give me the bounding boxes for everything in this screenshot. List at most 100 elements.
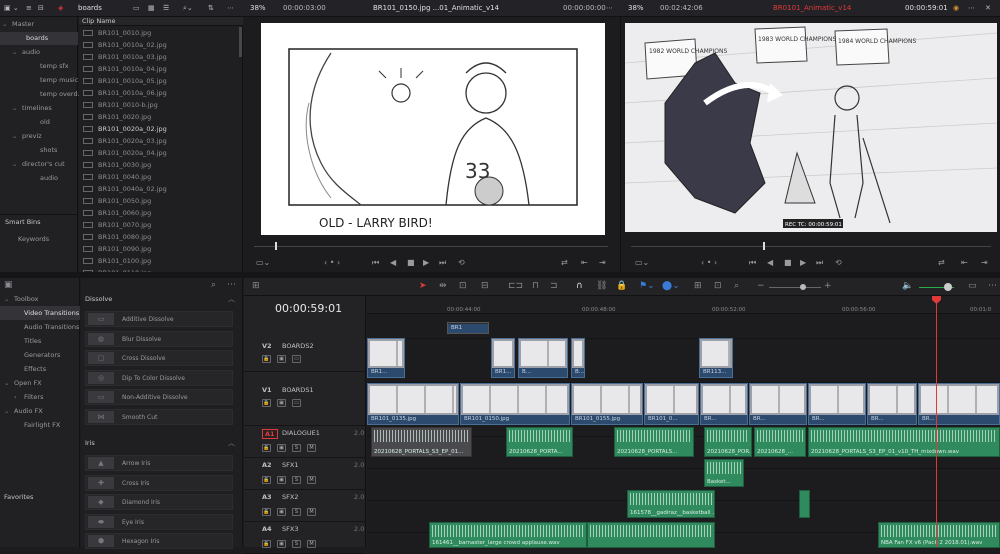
track-header-a2[interactable]: A2 SFX1 2.0 🔒 ▣ S M (244, 458, 366, 490)
v1-clip[interactable]: BR... (867, 383, 917, 425)
track-header-a4[interactable]: A4 SFX3 2.0 🔒 ▣ S M (244, 522, 366, 554)
loop-icon[interactable]: ⟲ (835, 258, 842, 267)
go-to-start-icon[interactable]: ⏮ (749, 258, 756, 268)
track-name[interactable]: SFX3 (282, 525, 298, 533)
search-icon[interactable]: ⌕ (211, 280, 216, 290)
chevron-down-icon[interactable]: ⌄ (12, 130, 17, 143)
play-icon[interactable]: ▶ (800, 258, 806, 267)
v2-clip[interactable]: BR1 (447, 322, 489, 334)
sfx2-clip[interactable]: 161578__gadiraz__basketball ... (627, 490, 715, 518)
dialogue-clip[interactable]: 20210628_... (754, 427, 806, 457)
chevron-down-icon[interactable]: ⌄ (12, 102, 17, 115)
v1-clip[interactable]: BR... (918, 383, 1000, 425)
full-zoom-icon[interactable]: ⊞ (694, 281, 702, 291)
clip-item[interactable]: BR101_0010-b.jpg (79, 99, 237, 111)
mark-in-icon[interactable]: ⇤ (581, 258, 588, 267)
track-name[interactable]: SFX2 (282, 493, 298, 501)
list-icon[interactable]: ⊟ (38, 0, 44, 17)
source-playhead[interactable] (275, 242, 277, 250)
match-frame-icon[interactable]: ⇄ (561, 258, 568, 267)
timeline-viewer-playhead[interactable] (763, 242, 765, 250)
clip-item[interactable]: BR101_0040a_02.jpg (79, 183, 237, 195)
clip-item[interactable]: BR101_0010.jpg (79, 27, 237, 39)
auto-select-icon[interactable]: ▣ (277, 476, 286, 484)
link-icon[interactable]: ⛓ (596, 281, 607, 291)
dialogue-clip[interactable]: 20210628_PORTALS_S3_EP_01... (371, 427, 472, 457)
step-back-icon[interactable]: ◀ (767, 258, 773, 267)
snapping-icon[interactable]: ∩ (576, 281, 583, 291)
collapse-icon[interactable]: ︿ (228, 438, 235, 448)
custom-zoom-icon[interactable]: ⌕ (734, 281, 739, 291)
clip-name-header[interactable]: Clip Name (82, 17, 116, 26)
source-zoom[interactable]: 38% (250, 0, 266, 17)
search-icon[interactable]: ⌕⌄ (183, 0, 193, 17)
chevron-down-icon[interactable]: ⌄ (2, 18, 7, 31)
source-clip-title[interactable]: BR101_0150.jpg ...01_Animatic_v14 (373, 0, 499, 17)
chevron-icon[interactable]: ⌄ (4, 292, 9, 306)
effect-item[interactable]: ◆ Diamond Iris (85, 494, 233, 510)
auto-select-icon[interactable]: ▣ (277, 399, 286, 407)
bin-item[interactable]: ⌄ previz (0, 130, 78, 143)
lock-icon[interactable]: 🔒 (262, 476, 271, 484)
selection-tool-icon[interactable]: ➤ (419, 281, 427, 291)
bin-item[interactable]: shots (0, 144, 78, 157)
track-visibility-icon[interactable]: ▭ (292, 399, 301, 407)
effect-item[interactable]: ▭ Non-Additive Dissolve (85, 389, 233, 405)
mark-in-icon[interactable]: ⇤ (961, 258, 968, 267)
close-icon[interactable]: ✕ (985, 0, 991, 17)
go-to-end-icon[interactable]: ⏭ (439, 258, 446, 268)
dialogue-clip[interactable]: 20210628_PORTALS... (614, 427, 694, 457)
mute-button[interactable]: M (307, 508, 316, 516)
timeline-ruler[interactable]: 00:00:44:00 00:00:48:00 00:00:52:00 00:00:5… (367, 296, 1000, 314)
replace-clip-icon[interactable]: ⊐ (550, 281, 558, 291)
list-view-icon[interactable]: ☰ (163, 0, 169, 17)
clip-item[interactable]: BR101_0010a_06.jpg (79, 87, 237, 99)
chevron-icon[interactable]: ⌄ (4, 376, 9, 390)
mark-out-icon[interactable]: ⇥ (981, 258, 988, 267)
bin-item[interactable]: ⌄ director's cut (0, 158, 78, 171)
track-name[interactable]: BOARDS2 (282, 342, 314, 350)
sfx2-clip[interactable] (799, 490, 810, 518)
clip-item[interactable]: BR101_0030.jpg (79, 159, 237, 171)
bin-item[interactable]: temp overd... (0, 88, 84, 101)
insert-clip-icon[interactable]: ⊏⊐ (508, 281, 523, 291)
v1-clip[interactable]: BR101_0150.jpg (460, 383, 570, 425)
stop-icon[interactable]: ■ (784, 258, 792, 267)
clip-item[interactable]: BR101_0060.jpg (79, 207, 237, 219)
clip-item[interactable]: BR101_0040.jpg (79, 171, 237, 183)
toolbox-item[interactable]: Effects (0, 362, 80, 376)
chevron-down-icon[interactable]: ⌄ (12, 46, 17, 59)
effect-item[interactable]: ▢ Cross Dissolve (85, 350, 233, 366)
flag-icon[interactable]: ⚑⌄ (639, 281, 655, 291)
track-name[interactable]: DIALOGUE1 (282, 429, 320, 437)
auto-select-icon[interactable]: ▣ (277, 508, 286, 516)
stop-icon[interactable]: ■ (407, 258, 415, 267)
v1-clip[interactable]: BR... (700, 383, 748, 425)
clip-item[interactable]: BR101_0010a_03.jpg (79, 51, 237, 63)
v1-clip[interactable]: BR101_0135.jpg (367, 383, 459, 425)
timeline-timecode-display[interactable]: 00:00:59:01 (275, 302, 342, 315)
track-header-v1[interactable]: V1 BOARDS1 🔒 ▣ ▭ (244, 372, 366, 426)
zoom-slider[interactable] (769, 287, 821, 288)
effect-item[interactable]: ◍ Blur Dissolve (85, 330, 233, 347)
dialogue-clip[interactable]: 20210628_PORTA... (506, 427, 573, 457)
clip-item[interactable]: BR101_0010a_05.jpg (79, 75, 237, 87)
auto-select-icon[interactable]: ▣ (277, 355, 286, 363)
v2-clip[interactable]: BR113... (699, 338, 733, 378)
clip-item[interactable]: BR101_0010a_02.jpg (79, 39, 237, 51)
lock-icon[interactable]: 🔒 (616, 281, 627, 291)
toolbox-item[interactable]: › Filters (0, 390, 80, 404)
mute-button[interactable]: M (307, 444, 316, 452)
chevron-icon[interactable]: › (14, 390, 17, 404)
sort-icon[interactable]: ⇅ (208, 0, 214, 17)
lock-icon[interactable]: 🔒 (262, 508, 271, 516)
more-options-icon[interactable]: ⋯ (227, 280, 236, 290)
track-header-a3[interactable]: A3 SFX2 2.0 🔒 ▣ S M (244, 490, 366, 522)
jog-control-icon[interactable]: ‹ • › (324, 258, 340, 267)
overwrite-clip-icon[interactable]: ⊓ (532, 281, 539, 291)
toolbox-item[interactable]: Titles (0, 334, 80, 348)
toolbox-item[interactable]: Video Transitions (0, 306, 80, 320)
track-header-a1[interactable]: A1 DIALOGUE1 2.0 🔒 ▣ S M (244, 426, 366, 458)
track-visibility-icon[interactable]: ▭ (292, 355, 301, 363)
bin-item[interactable]: temp music (0, 74, 78, 87)
